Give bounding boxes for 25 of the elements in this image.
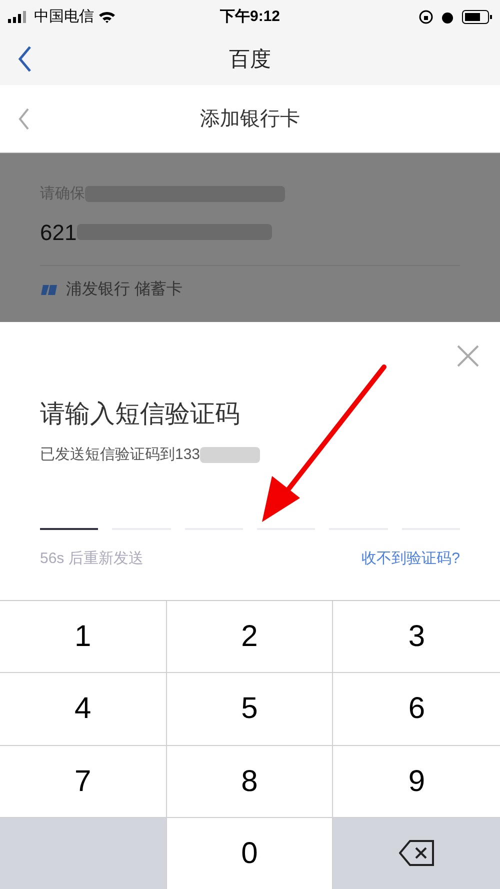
rotation-lock-icon [419, 10, 433, 24]
bank-logo-icon [40, 284, 58, 296]
alarm-icon [441, 10, 454, 24]
status-time: 下午9:12 [220, 6, 280, 27]
wifi-icon [98, 10, 116, 24]
nav-title: 百度 [229, 46, 271, 73]
page-title: 添加银行卡 [200, 106, 300, 132]
close-button[interactable] [456, 344, 480, 368]
backspace-icon [398, 840, 435, 866]
battery-icon [462, 10, 492, 24]
card-number: 621 [40, 218, 77, 246]
redacted-text [200, 446, 260, 463]
sheet-title: 请输入短信验证码 [40, 399, 241, 430]
resend-countdown: 56s 后重新发送 [40, 549, 144, 569]
help-link[interactable]: 收不到验证码? [362, 548, 460, 570]
digit-key[interactable]: 1 [0, 601, 167, 674]
digit-key[interactable]: 4 [0, 673, 167, 746]
carrier-name: 中国电信 [34, 6, 94, 27]
digit-key[interactable]: 7 [0, 746, 167, 818]
bank-name: 浦发银行 储蓄卡 [66, 280, 182, 300]
digit-key[interactable]: 5 [166, 673, 334, 746]
digit-key[interactable]: 2 [166, 601, 334, 674]
digit-key[interactable]: 8 [166, 746, 334, 818]
backspace-key[interactable] [333, 818, 500, 889]
sent-to-text: 已发送短信验证码到133 [40, 444, 200, 464]
